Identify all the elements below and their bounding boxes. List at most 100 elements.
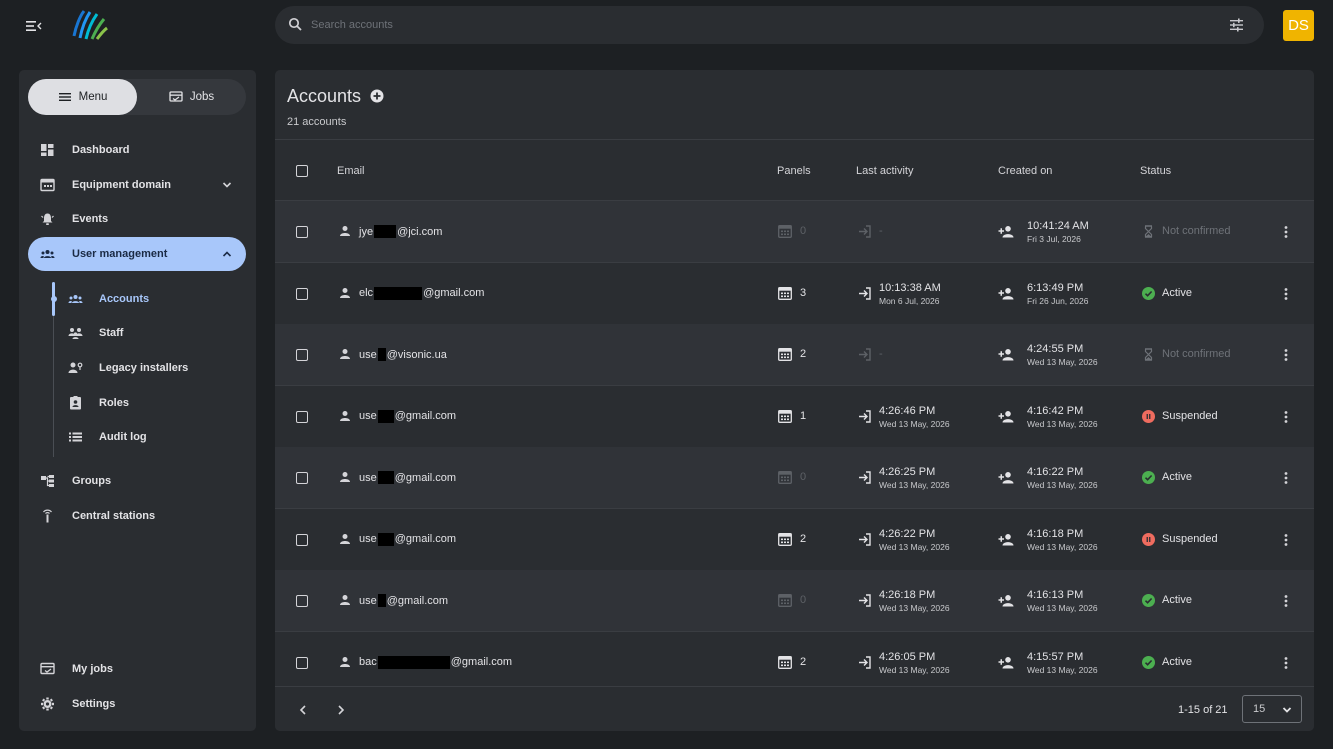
panel-count: 2: [800, 348, 807, 360]
email-domain: @visonic.ua: [386, 348, 447, 361]
created-time: 10:41:24 AM: [1027, 220, 1089, 232]
status-badge: Suspended: [1162, 409, 1218, 422]
user-avatar[interactable]: DS: [1283, 10, 1314, 41]
sidebar-subitem-legacy-installers[interactable]: Legacy installers: [64, 351, 246, 385]
panel-icon: [778, 348, 792, 361]
more-options-icon[interactable]: [1283, 656, 1289, 670]
account-email[interactable]: use @gmail.com: [359, 409, 456, 423]
sidebar-item-events[interactable]: Events: [28, 202, 246, 236]
email-domain: @gmail.com: [394, 533, 457, 545]
column-header-last-activity[interactable]: Last activity: [856, 165, 913, 177]
more-options-icon[interactable]: [1283, 471, 1289, 485]
sidebar-subitem-label: Roles: [99, 397, 129, 409]
sidebar-subitem-staff[interactable]: Staff: [64, 316, 246, 350]
account-email[interactable]: use @gmail.com: [359, 471, 456, 484]
column-header-status[interactable]: Status: [1140, 165, 1171, 177]
table-row[interactable]: bac @gmail.com 2 4:26:05 PM Wed 13 May, 2026…: [275, 632, 1314, 694]
column-header-email[interactable]: Email: [337, 165, 365, 177]
menu-collapse-icon[interactable]: [24, 18, 44, 34]
sidebar-item-user-management[interactable]: User management: [28, 237, 246, 271]
row-checkbox[interactable]: [296, 349, 308, 361]
account-email[interactable]: elc @gmail.com: [359, 286, 484, 300]
table-row[interactable]: use @gmail.com 2 4:26:22 PM Wed 13 May, 2026…: [275, 509, 1314, 571]
more-options-icon[interactable]: [1283, 410, 1289, 424]
more-options-icon[interactable]: [1283, 287, 1289, 301]
account-email[interactable]: jye @jci.com: [359, 225, 442, 238]
table-row[interactable]: use @gmail.com 1 4:26:46 PM Wed 13 May, 2026…: [275, 386, 1314, 448]
account-email[interactable]: use @gmail.com: [359, 594, 448, 607]
next-page-icon[interactable]: [336, 704, 346, 716]
person-add-icon: [998, 287, 1014, 300]
more-options-icon[interactable]: [1283, 594, 1289, 608]
rows-per-page-select[interactable]: 15: [1242, 695, 1302, 723]
email-prefix: use: [359, 471, 377, 484]
search-input[interactable]: [311, 14, 1211, 36]
brand-logo[interactable]: [70, 8, 110, 42]
redaction-block: [377, 471, 394, 484]
row-checkbox[interactable]: [296, 226, 308, 238]
email-prefix: jye: [359, 225, 374, 238]
sidebar-segmented-control: Menu Jobs: [28, 79, 246, 115]
login-icon: [857, 532, 872, 547]
created-date: Fri 3 Jul, 2026: [1027, 234, 1081, 244]
table-row[interactable]: use @visonic.ua 2 - 4:24:55 PM Wed 13 May, 20…: [275, 324, 1314, 386]
status-badge: Suspended: [1162, 532, 1218, 545]
sidebar-item-equipment-domain[interactable]: Equipment domain: [28, 168, 246, 202]
account-email[interactable]: use @gmail.com: [359, 532, 457, 546]
row-checkbox[interactable]: [296, 287, 308, 300]
sidebar-subitem-audit-log[interactable]: Audit log: [64, 420, 246, 454]
row-checkbox[interactable]: [296, 533, 308, 546]
last-activity-date: Wed 13 May, 2026: [879, 603, 950, 613]
created-time: 4:16:18 PM: [1027, 527, 1084, 540]
filter-icon[interactable]: [1229, 18, 1244, 32]
check-circle-icon: [1142, 471, 1155, 484]
table-row[interactable]: jye @jci.com 0 - 10:41:24 AM Fri 3 Jul, 2026 N…: [275, 201, 1314, 263]
sidebar-item-groups[interactable]: Groups: [28, 464, 246, 498]
sidebar-subitem-roles[interactable]: Roles: [64, 386, 246, 420]
user-icon: [339, 410, 351, 422]
table-row[interactable]: use @gmail.com 0 4:26:18 PM Wed 13 May, 2026…: [275, 570, 1314, 632]
select-all-checkbox[interactable]: [296, 165, 308, 177]
created-time: 4:16:22 PM: [1027, 466, 1084, 478]
more-options-icon[interactable]: [1283, 533, 1289, 547]
search-icon: [288, 17, 303, 32]
segment-jobs[interactable]: Jobs: [137, 79, 246, 115]
sidebar-subitem-label: Staff: [99, 327, 124, 339]
page-title: Accounts: [287, 86, 362, 106]
more-options-icon[interactable]: [1283, 225, 1289, 239]
dashboard-icon: [40, 143, 55, 157]
redaction-block: [374, 225, 397, 238]
column-header-created-on[interactable]: Created on: [998, 165, 1052, 177]
sidebar-item-dashboard[interactable]: Dashboard: [28, 133, 246, 167]
panel-icon: [778, 471, 792, 484]
sidebar-item-my-jobs[interactable]: My jobs: [28, 652, 246, 686]
row-checkbox[interactable]: [296, 472, 308, 484]
sidebar-item-settings[interactable]: Settings: [28, 687, 246, 721]
sidebar-item-central-stations[interactable]: Central stations: [28, 499, 246, 533]
previous-page-icon[interactable]: [298, 704, 308, 716]
table-row[interactable]: use @gmail.com 0 4:26:25 PM Wed 13 May, 2026…: [275, 447, 1314, 509]
redaction-block: [377, 532, 394, 546]
add-account-icon[interactable]: [370, 89, 384, 103]
rows-per-page-value: 15: [1253, 703, 1266, 715]
email-domain: @gmail.com: [394, 471, 457, 484]
account-email[interactable]: use @visonic.ua: [359, 348, 447, 361]
status-badge: Active: [1162, 594, 1192, 606]
sidebar-subitem-accounts[interactable]: Accounts: [64, 282, 246, 316]
antenna-icon: [40, 509, 55, 523]
sidebar-subitem-label: Legacy installers: [99, 362, 189, 374]
segment-menu[interactable]: Menu: [28, 79, 137, 115]
row-checkbox[interactable]: [296, 410, 308, 423]
last-activity-date: Wed 13 May, 2026: [879, 480, 950, 490]
row-checkbox[interactable]: [296, 595, 308, 607]
row-checkbox[interactable]: [296, 656, 308, 669]
sidebar-subitem-label: Audit log: [99, 431, 147, 443]
table-row[interactable]: elc @gmail.com 3 10:13:38 AM Mon 6 Jul, 2026…: [275, 263, 1314, 325]
equipment-icon: [40, 178, 55, 192]
account-email[interactable]: bac @gmail.com: [359, 655, 512, 669]
column-header-panels[interactable]: Panels: [777, 165, 811, 177]
redaction-block: [374, 286, 423, 300]
created-date: Wed 13 May, 2026: [1027, 480, 1098, 490]
login-icon: [857, 286, 872, 301]
more-options-icon[interactable]: [1283, 348, 1289, 362]
